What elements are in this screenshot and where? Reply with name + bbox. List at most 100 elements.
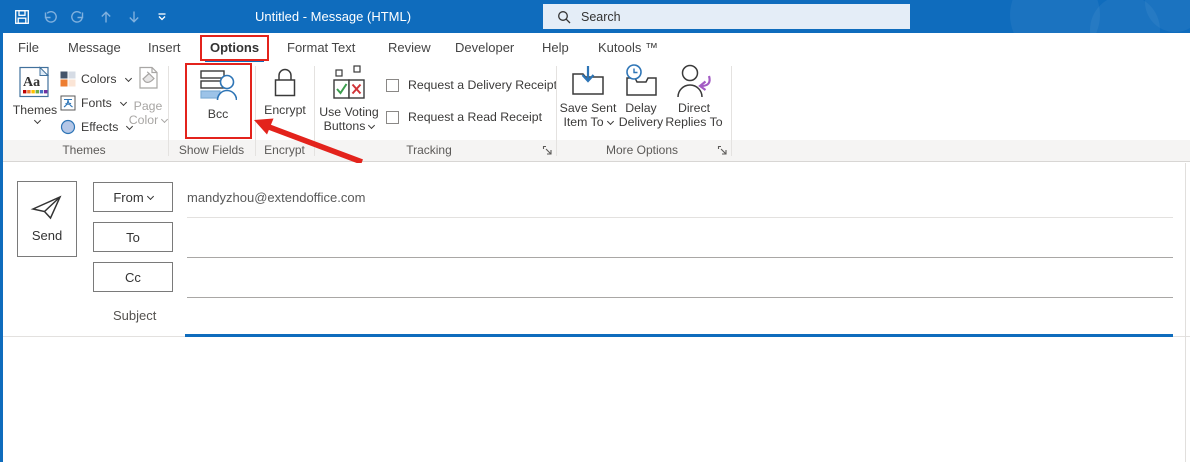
direct-replies-label-line2: Replies To [665, 116, 722, 130]
direct-replies-icon [676, 64, 712, 98]
page-color-button[interactable]: Page Color [127, 66, 169, 127]
chevron-down-icon [368, 121, 375, 128]
subject-label: Subject [113, 308, 156, 323]
bcc-icon [199, 66, 237, 104]
chevron-down-icon [120, 98, 127, 105]
cc-button[interactable]: Cc [93, 262, 173, 292]
delivery-receipt-label: Request a Delivery Receipt [408, 78, 557, 92]
checkbox-unchecked[interactable] [386, 111, 399, 124]
window-right-border [1185, 163, 1186, 462]
save-icon[interactable] [14, 9, 30, 25]
quick-access-toolbar [14, 0, 170, 33]
lock-icon [271, 66, 299, 100]
theme-colors-label: Colors [81, 72, 117, 86]
chevron-down-icon [607, 117, 614, 124]
voting-label-line1: Use Voting [319, 106, 378, 120]
from-button[interactable]: From [93, 182, 173, 212]
svg-text:Aa: Aa [23, 75, 40, 90]
tab-format-text[interactable]: Format Text [287, 33, 355, 62]
title-bar: Untitled - Message (HTML) Search [0, 0, 1190, 33]
theme-fonts-icon [60, 95, 76, 111]
save-sent-label-line1: Save Sent [560, 102, 617, 116]
theme-effects-icon [60, 119, 76, 135]
save-sent-item-to-button[interactable]: Save Sent Item To [558, 64, 618, 129]
cc-field[interactable] [187, 267, 1173, 295]
to-field[interactable] [187, 227, 1173, 255]
window-left-accent-border [0, 33, 3, 462]
delay-delivery-button[interactable]: Delay Delivery [617, 64, 665, 129]
use-voting-buttons-button[interactable]: Use Voting Buttons [316, 64, 382, 133]
more-options-group-label: More Options [556, 143, 728, 157]
search-input[interactable]: Search [543, 4, 910, 29]
direct-replies-to-button[interactable]: Direct Replies To [664, 64, 724, 129]
tab-options[interactable]: Options [210, 33, 259, 62]
search-placeholder: Search [581, 10, 621, 24]
message-compose-area: Send From To Cc mandyzhou@extendoffice.c… [0, 163, 1190, 462]
themes-icon: Aa [19, 66, 51, 100]
bcc-button[interactable]: Bcc [188, 66, 248, 122]
theme-fonts-button[interactable]: Fonts [60, 94, 126, 112]
page-color-icon [134, 66, 162, 96]
bcc-label: Bcc [208, 108, 229, 122]
read-receipt-label: Request a Read Receipt [408, 110, 542, 124]
subject-field[interactable] [187, 305, 1173, 333]
save-sent-label-line2: Item To [563, 115, 603, 129]
chevron-down-icon [33, 116, 40, 123]
request-read-receipt-checkbox[interactable]: Request a Read Receipt [386, 110, 542, 124]
send-label: Send [32, 228, 62, 243]
to-button[interactable]: To [93, 222, 173, 252]
encrypt-button[interactable]: Encrypt [255, 66, 315, 118]
search-icon [557, 10, 571, 24]
from-address-value: mandyzhou@extendoffice.com [187, 190, 365, 205]
subject-field-underline-focused [185, 334, 1173, 337]
checkbox-unchecked[interactable] [386, 79, 399, 92]
move-down-icon[interactable] [126, 9, 142, 25]
outlook-message-window: Untitled - Message (HTML) Search File Me… [0, 0, 1190, 462]
theme-colors-icon [60, 71, 76, 87]
page-color-label-line2: Color [129, 113, 158, 127]
themes-group-label: Themes [0, 143, 168, 157]
tab-message[interactable]: Message [68, 33, 121, 62]
to-field-underline [187, 257, 1173, 258]
to-label: To [126, 230, 140, 245]
redo-icon[interactable] [70, 9, 86, 25]
tab-insert[interactable]: Insert [148, 33, 181, 62]
delay-label-line2: Delivery [619, 116, 663, 130]
send-button[interactable]: Send [17, 181, 77, 257]
more-options-dialog-launcher-icon[interactable] [717, 145, 728, 156]
undo-icon[interactable] [42, 9, 58, 25]
tracking-dialog-launcher-icon[interactable] [542, 145, 553, 156]
theme-colors-button[interactable]: Colors [60, 70, 131, 88]
theme-fonts-label: Fonts [81, 96, 112, 110]
theme-effects-button[interactable]: Effects [60, 118, 132, 136]
direct-replies-label-line1: Direct [678, 102, 710, 116]
theme-effects-label: Effects [81, 120, 118, 134]
tab-help[interactable]: Help [542, 33, 569, 62]
ribbon: Aa Themes Col [0, 62, 1190, 162]
from-field-underline [187, 217, 1173, 218]
tab-developer[interactable]: Developer [455, 33, 514, 62]
message-body-editor[interactable] [3, 338, 1185, 462]
window-title: Untitled - Message (HTML) [255, 0, 411, 33]
page-color-label-line1: Page [134, 100, 163, 114]
delay-label-line1: Delay [625, 102, 656, 116]
delay-delivery-icon [623, 64, 659, 98]
cc-label: Cc [125, 270, 141, 285]
voting-buttons-icon [332, 64, 366, 102]
ribbon-tab-row: File Message Insert Options Format Text … [0, 33, 1190, 62]
encrypt-group-label: Encrypt [255, 143, 314, 157]
tab-kutools[interactable]: Kutools ™ [598, 33, 658, 62]
request-delivery-receipt-checkbox[interactable]: Request a Delivery Receipt [386, 78, 557, 92]
customize-qat-icon[interactable] [154, 9, 170, 25]
move-up-icon[interactable] [98, 9, 114, 25]
tab-file[interactable]: File [18, 33, 39, 62]
themes-label: Themes [13, 104, 57, 118]
tracking-group-label: Tracking [314, 143, 544, 157]
tab-review[interactable]: Review [388, 33, 431, 62]
titlebar-decoration [1010, 0, 1100, 33]
voting-label-line2: Buttons [324, 119, 366, 133]
chevron-down-icon [147, 192, 154, 199]
themes-button[interactable]: Aa Themes [10, 66, 60, 125]
cc-field-underline [187, 297, 1173, 298]
save-sent-item-icon [571, 64, 605, 98]
